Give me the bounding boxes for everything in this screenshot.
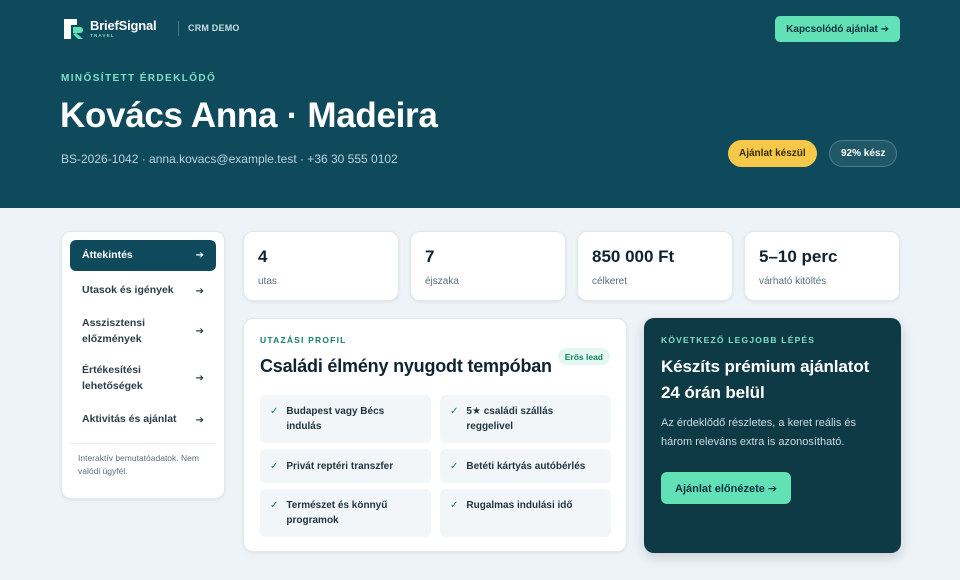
check-icon: ✓: [450, 406, 459, 417]
check-icon: ✓: [270, 460, 279, 472]
profile-item-text: Budapest vagy Bécs indulás: [286, 406, 385, 432]
arrow-right-icon: ➔: [195, 414, 204, 426]
arrow-right-icon: ➔: [195, 285, 204, 297]
next-step-title: Készíts prémium ajánlatot 24 órán belül: [661, 357, 870, 402]
stat-label: várható kitöltés: [759, 276, 827, 287]
progress-badge: 92% kész: [829, 140, 898, 167]
profile-item-text: Betéti kártyás autóbérlés: [466, 460, 586, 472]
travel-profile-card: UTAZÁSI PROFIL Családi élmény nyugodt te…: [243, 318, 627, 552]
stat-fill-time: 5–10 perc várható kitöltés: [744, 231, 900, 301]
stat-nights: 7 éjszaka: [410, 231, 566, 301]
sidebar-item-travelers-needs[interactable]: Utasok és igények ➔: [70, 274, 216, 308]
page-title: Kovács Anna · Madeira: [60, 96, 438, 135]
stat-travelers: 4 utas: [243, 231, 399, 301]
related-offer-button[interactable]: Kapcsolódó ajánlat ➔: [775, 16, 900, 42]
sidebar-item-label: Asszisztensi előzmények: [82, 316, 146, 345]
sidebar-item-assistant-history[interactable]: Asszisztensi előzmények ➔: [70, 308, 216, 355]
sidebar-item-label: Értékesítési lehetőségek: [82, 363, 143, 392]
next-best-action-card: KÖVETKEZŐ LEGJOBB LÉPÉS Készíts prémium …: [644, 318, 901, 553]
next-step-eyebrow: KÖVETKEZŐ LEGJOBB LÉPÉS: [661, 335, 816, 345]
profile-eyebrow: UTAZÁSI PROFIL: [260, 335, 347, 345]
logo-subtitle: TRAVEL: [90, 33, 115, 39]
arrow-right-icon: ➔: [195, 250, 204, 261]
sidebar-item-label: Aktivitás és ajánlat: [82, 413, 177, 426]
profile-item-text: 5★ családi szállás reggelivel: [466, 406, 554, 432]
crm-demo-label: CRM DEMO: [188, 23, 240, 33]
lead-contact-info: BS-2026-1042 · anna.kovacs@example.test …: [61, 152, 398, 166]
sidebar-item-activity-offer[interactable]: Aktivitás és ajánlat ➔: [70, 402, 216, 438]
profile-item: ✓ Privát reptéri transzfer: [260, 449, 431, 483]
check-icon: ✓: [450, 500, 459, 511]
profile-item: ✓ Budapest vagy Bécs indulás: [260, 395, 431, 443]
stat-value: 4: [258, 247, 268, 266]
sidebar-item-overview[interactable]: Áttekintés ➔: [70, 240, 216, 271]
sidebar-nav: Áttekintés ➔ Utasok és igények ➔ Asszisz…: [61, 231, 225, 499]
lead-header: BriefSignal TRAVEL CRM DEMO Kapcsolódó a…: [0, 0, 960, 208]
sidebar-item-label: Áttekintés: [82, 248, 133, 261]
stat-value: 5–10 perc: [759, 247, 838, 266]
profile-item: ✓ Rugalmas indulási idő: [440, 489, 611, 537]
lead-eyebrow: MINŐSÍTETT ÉRDEKLŐDŐ: [61, 73, 217, 84]
profile-item: ✓ Betéti kártyás autóbérlés: [440, 449, 611, 483]
status-badge: Ajánlat készül: [728, 140, 817, 167]
stat-value: 850 000 Ft: [592, 247, 675, 266]
stat-value: 7: [425, 247, 435, 266]
arrow-right-icon: ➔: [195, 326, 204, 337]
next-step-description: Az érdeklődő részletes, a keret reális é…: [661, 417, 857, 449]
profile-item-text: Rugalmas indulási idő: [466, 500, 573, 511]
profile-requirements-grid: ✓ Budapest vagy Bécs indulás ✓ 5★ család…: [260, 395, 611, 537]
sidebar-item-label: Utasok és igények: [82, 284, 174, 297]
check-icon: ✓: [450, 460, 459, 472]
brand-logo[interactable]: BriefSignal TRAVEL: [63, 17, 157, 41]
offer-preview-button[interactable]: Ajánlat előnézete ➔: [661, 472, 792, 504]
lead-strength-badge: Erős lead: [557, 348, 610, 365]
check-icon: ✓: [270, 500, 279, 511]
header-divider: [178, 21, 179, 36]
stat-label: éjszaka: [425, 276, 459, 287]
profile-item: ✓ Természet és könnyű programok: [260, 489, 431, 537]
profile-item: ✓ 5★ családi szállás reggelivel: [440, 395, 611, 443]
logo-name: BriefSignal: [90, 18, 157, 34]
profile-item-text: Privát reptéri transzfer: [286, 460, 394, 472]
stat-budget: 850 000 Ft célkeret: [577, 231, 733, 301]
demo-data-note: Interaktív bemutatóadatok. Nem valódi üg…: [78, 453, 199, 477]
stat-label: célkeret: [592, 276, 628, 287]
arrow-right-icon: ➔: [195, 373, 204, 384]
profile-item-text: Természet és könnyű programok: [286, 500, 388, 526]
check-icon: ✓: [270, 406, 279, 417]
stat-label: utas: [258, 276, 277, 287]
sidebar-item-sales-opportunities[interactable]: Értékesítési lehetőségek ➔: [70, 355, 216, 402]
logo-mark-icon: [63, 17, 87, 41]
